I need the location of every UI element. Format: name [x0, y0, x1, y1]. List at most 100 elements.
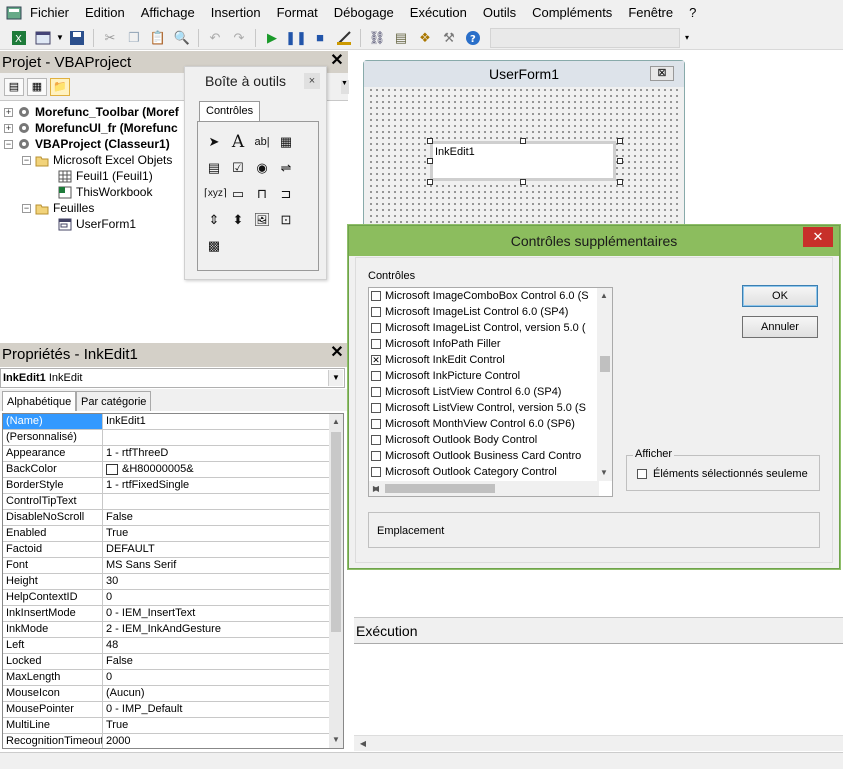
menu-outils[interactable]: Outils [475, 0, 524, 26]
property-value[interactable]: True [103, 718, 329, 733]
resize-handle[interactable] [520, 179, 526, 185]
table-row[interactable]: ControlTipText [3, 494, 329, 510]
view-object-icon[interactable]: ▦ [27, 77, 47, 96]
commandbutton-tool-icon[interactable]: ▭ [228, 184, 248, 204]
checkbox[interactable] [637, 469, 647, 479]
collapse-icon[interactable]: − [22, 155, 31, 165]
excel-view-icon[interactable]: X [8, 28, 30, 48]
property-value[interactable]: 0 [103, 590, 329, 605]
close-icon[interactable]: ⊠ [650, 66, 674, 81]
property-value[interactable] [103, 494, 329, 509]
list-item[interactable]: Microsoft InfoPath Filler [371, 336, 595, 352]
menu-format[interactable]: Format [269, 0, 326, 26]
table-row[interactable]: (Personnalisé) [3, 430, 329, 446]
close-icon[interactable]: ✕ [328, 53, 346, 71]
inkedit-control[interactable]: InkEdit1 [430, 141, 616, 181]
property-value[interactable]: 2000 [103, 734, 329, 748]
menu-execution[interactable]: Exécution [402, 0, 475, 26]
property-value[interactable]: 1 - rtfThreeD [103, 446, 329, 461]
property-value[interactable]: 2 - IEM_InkAndGesture [103, 622, 329, 637]
optionbutton-tool-icon[interactable]: ◉ [252, 158, 272, 178]
table-row[interactable]: BorderStyle 1 - rtfFixedSingle [3, 478, 329, 494]
property-value[interactable]: 0 - IEM_InsertText [103, 606, 329, 621]
help-icon[interactable]: ? [462, 28, 484, 48]
image-tool-icon[interactable]: 🖼 [252, 210, 272, 230]
resize-handle[interactable] [520, 138, 526, 144]
checkbox[interactable] [371, 339, 381, 349]
table-row[interactable]: Locked False [3, 654, 329, 670]
checkbox[interactable] [371, 323, 381, 333]
close-icon[interactable]: ✕ [328, 345, 346, 363]
scroll-down-icon[interactable]: ▼ [597, 465, 611, 481]
toolbar-options-icon[interactable]: ▾ [682, 28, 692, 48]
checkbox[interactable] [371, 291, 381, 301]
toggle-folders-icon[interactable]: 📁 [50, 77, 70, 96]
resize-handle[interactable] [427, 179, 433, 185]
resize-handle[interactable] [427, 158, 433, 164]
pause-icon[interactable]: ❚❚ [285, 28, 307, 48]
table-row[interactable]: MultiLine True [3, 718, 329, 734]
spinbutton-tool-icon[interactable]: ⬍ [228, 210, 248, 230]
tab-controles[interactable]: Contrôles [199, 101, 261, 121]
toolbox-icon[interactable]: ⚒ [438, 28, 460, 48]
property-value[interactable]: MS Sans Serif [103, 558, 329, 573]
property-value[interactable]: &H80000005& [103, 462, 329, 477]
tree-node[interactable]: ThisWorkbook [58, 184, 152, 200]
userform-title[interactable]: UserForm1 [364, 61, 684, 87]
list-item[interactable]: Microsoft ImageList Control 6.0 (SP4) [371, 304, 595, 320]
table-row[interactable]: RecognitionTimeout 2000 [3, 734, 329, 748]
checkbox[interactable] [371, 435, 381, 445]
menu-complements[interactable]: Compléments [524, 0, 620, 26]
collapse-icon[interactable]: − [22, 203, 31, 213]
property-value[interactable]: 48 [103, 638, 329, 653]
cancel-button[interactable]: Annuler [742, 316, 818, 338]
table-row[interactable]: MaxLength 0 [3, 670, 329, 686]
vba-app-icon[interactable] [6, 5, 22, 21]
menu-fenetre[interactable]: Fenêtre [620, 0, 681, 26]
togglebutton-tool-icon[interactable]: ⇌ [276, 158, 296, 178]
list-item[interactable]: Microsoft ImageList Control, version 5.0… [371, 320, 595, 336]
property-value[interactable]: False [103, 510, 329, 525]
list-item[interactable]: Microsoft InkPicture Control [371, 368, 595, 384]
table-row[interactable]: InkInsertMode 0 - IEM_InsertText [3, 606, 329, 622]
table-row[interactable]: Height 30 [3, 574, 329, 590]
scroll-left-icon[interactable]: ◀ [356, 736, 370, 752]
close-icon[interactable]: ✕ [803, 227, 833, 247]
ok-button[interactable]: OK [742, 285, 818, 307]
property-value[interactable]: DEFAULT [103, 542, 329, 557]
properties-window-icon[interactable]: ▤ [390, 28, 412, 48]
insert-userform-icon[interactable] [32, 28, 54, 48]
scrollbar-thumb[interactable] [331, 432, 341, 632]
menu-edition[interactable]: Edition [77, 0, 133, 26]
checkbox[interactable] [371, 387, 381, 397]
checkbox[interactable] [371, 419, 381, 429]
label-tool-icon[interactable]: A [228, 132, 248, 152]
show-selected-option[interactable]: Éléments sélectionnés seuleme [637, 468, 808, 480]
property-value[interactable]: 0 - IMP_Default [103, 702, 329, 717]
table-row[interactable]: Left 48 [3, 638, 329, 654]
scroll-up-icon[interactable]: ▲ [597, 288, 611, 304]
close-icon[interactable]: × [304, 73, 320, 89]
menu-debogage[interactable]: Débogage [326, 0, 402, 26]
property-value[interactable]: 1 - rtfFixedSingle [103, 478, 329, 493]
menu-affichage[interactable]: Affichage [133, 0, 203, 26]
expand-icon[interactable]: + [4, 123, 13, 133]
tab-par-categorie[interactable]: Par catégorie [76, 391, 152, 411]
tab-alphabetique[interactable]: Alphabétique [2, 391, 77, 411]
resize-handle[interactable] [617, 138, 623, 144]
table-row[interactable]: DisableNoScroll False [3, 510, 329, 526]
list-item[interactable]: Microsoft Outlook Body Control [371, 432, 595, 448]
checkbox-tool-icon[interactable]: ☑ [228, 158, 248, 178]
scrollbar-thumb[interactable] [600, 356, 610, 372]
menu-help[interactable]: ? [681, 0, 704, 26]
list-item[interactable]: Microsoft ListView Control 6.0 (SP4) [371, 384, 595, 400]
checkbox[interactable] [371, 403, 381, 413]
list-item[interactable]: ✕ Microsoft InkEdit Control [371, 352, 595, 368]
collapse-icon[interactable]: − [4, 139, 13, 149]
property-value[interactable]: False [103, 654, 329, 669]
properties-scrollbar[interactable]: ▲ ▼ [329, 414, 343, 748]
inkedit-tool-icon[interactable]: ▩ [204, 236, 224, 256]
list-item[interactable]: Microsoft MonthView Control 6.0 (SP6) [371, 416, 595, 432]
checkbox[interactable] [371, 451, 381, 461]
menu-fichier[interactable]: Fichier [22, 0, 77, 26]
